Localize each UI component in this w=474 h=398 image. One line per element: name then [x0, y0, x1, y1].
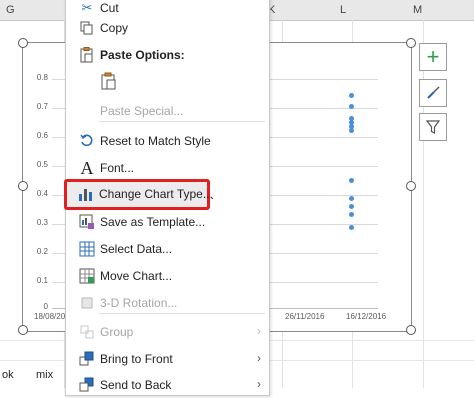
chevron-right-icon: ›: [257, 377, 261, 391]
filter-icon: [425, 120, 441, 134]
column-header-l[interactable]: L: [340, 4, 346, 16]
data-point: [349, 104, 354, 109]
menu-label: Save as Template...: [100, 215, 206, 229]
menu-item-save-template[interactable]: Save as Template...: [66, 209, 269, 235]
menu-item-move-chart[interactable]: Move Chart...: [66, 263, 269, 289]
rotation-3d-icon: [78, 294, 96, 312]
group-icon: [78, 323, 96, 341]
menu-item-font[interactable]: A Font...: [66, 155, 269, 181]
chevron-right-icon: ›: [257, 324, 261, 338]
resize-handle-bottom-left[interactable]: [18, 325, 28, 335]
menu-item-send-to-back[interactable]: Send to Back ›: [66, 372, 269, 398]
y-tick-label: 0.5: [36, 160, 48, 169]
resize-handle-bottom-right[interactable]: [406, 325, 416, 335]
save-template-icon: [78, 213, 96, 231]
menu-separator: [99, 121, 265, 122]
resize-handle-middle-right[interactable]: [406, 181, 416, 191]
y-tick-label: 0.2: [36, 247, 48, 256]
menu-item-select-data[interactable]: Select Data...: [66, 236, 269, 262]
brush-icon: [427, 86, 440, 99]
y-tick-label: 0.4: [36, 189, 48, 198]
menu-label: Bring to Front: [100, 352, 173, 366]
menu-label: Paste Special...: [100, 104, 184, 118]
cell-text[interactable]: mix: [36, 369, 53, 381]
select-data-icon: [78, 240, 96, 258]
chart-filters-button[interactable]: [419, 113, 447, 141]
menu-label: Move Chart...: [100, 269, 173, 283]
menu-item-copy[interactable]: Copy: [66, 15, 269, 41]
menu-label: 3-D Rotation...: [100, 296, 178, 310]
data-point: [349, 196, 354, 201]
x-tick-label: 18/08/20: [34, 312, 66, 321]
plus-icon: +: [426, 44, 440, 69]
x-tick-label: 16/12/2016: [346, 312, 387, 321]
chart-styles-button[interactable]: [419, 79, 447, 107]
data-point: [349, 178, 354, 183]
menu-label: Send to Back: [100, 378, 172, 392]
y-tick-label: 0.8: [36, 73, 48, 82]
menu-item-group: Group ›: [66, 319, 269, 345]
y-tick-label: 0: [43, 302, 48, 311]
data-point: [349, 212, 354, 217]
y-tick-label: 0.1: [36, 276, 48, 285]
data-point: [349, 204, 354, 209]
menu-label: Reset to Match Style: [100, 134, 211, 148]
resize-handle-top-right[interactable]: [406, 38, 416, 48]
menu-label: Paste Options:: [100, 48, 185, 62]
grid-line: [423, 20, 424, 388]
column-header-g[interactable]: G: [6, 4, 15, 16]
menu-item-bring-to-front[interactable]: Bring to Front ›: [66, 346, 269, 372]
paste-option-button[interactable]: [66, 68, 269, 94]
menu-label: Cut: [100, 1, 119, 15]
chevron-right-icon: ›: [257, 351, 261, 365]
y-tick-label: 0.6: [36, 131, 48, 140]
copy-icon: [78, 19, 96, 37]
cell-text[interactable]: ok: [2, 369, 14, 381]
menu-item-reset-style[interactable]: Reset to Match Style: [66, 128, 269, 154]
x-tick-label: 26/11/2016: [285, 312, 325, 321]
column-header-m[interactable]: M: [413, 4, 422, 16]
menu-label: Group: [100, 325, 134, 339]
resize-handle-top-left[interactable]: [18, 38, 28, 48]
y-tick-label: 0.7: [36, 102, 48, 111]
y-tick-label: 0.3: [36, 218, 48, 227]
paste-clipboard-icon: [100, 72, 118, 90]
send-to-back-icon: [78, 376, 96, 394]
menu-label: Copy: [100, 21, 129, 35]
menu-label: Font...: [100, 161, 135, 175]
chart-elements-button[interactable]: +: [419, 43, 447, 71]
resize-handle-middle-left[interactable]: [18, 181, 28, 191]
font-icon: A: [80, 157, 94, 178]
highlight-box: [64, 179, 210, 210]
menu-label: Select Data...: [100, 242, 173, 256]
reset-icon: [78, 132, 96, 150]
paste-icon: [78, 46, 96, 64]
move-chart-icon: [78, 267, 96, 285]
menu-item-paste-options: Paste Options:: [66, 42, 269, 68]
data-point: [349, 128, 354, 133]
bring-to-front-icon: [78, 350, 96, 368]
data-point: [349, 225, 354, 230]
data-point: [349, 93, 354, 98]
menu-separator: [99, 313, 265, 314]
